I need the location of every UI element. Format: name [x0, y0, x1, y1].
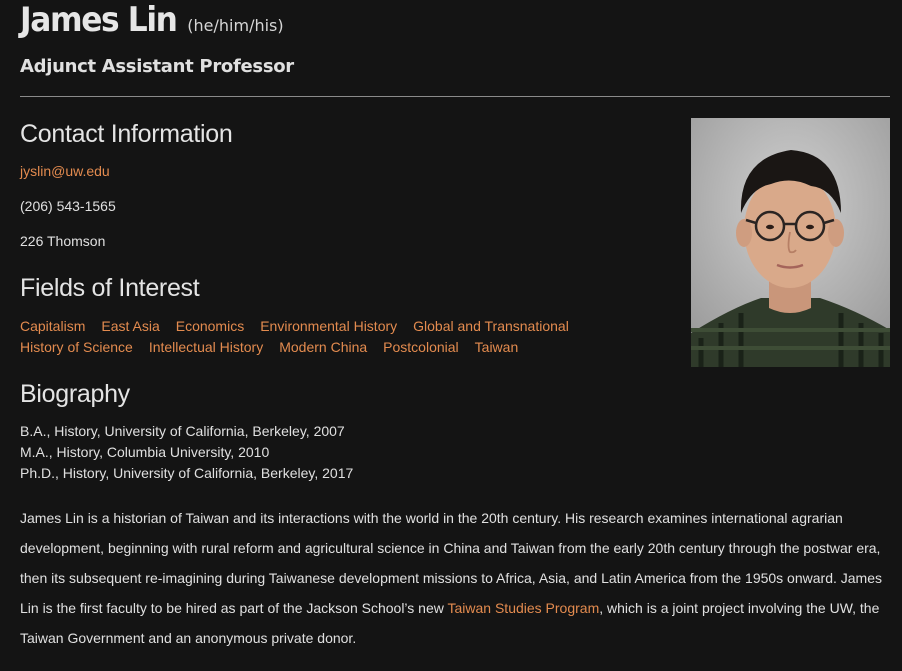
field-tag-history-of-science[interactable]: History of Science: [20, 337, 133, 358]
pronouns: (he/him/his): [187, 16, 284, 35]
name-row: James Lin (he/him/his): [20, 0, 284, 40]
email-link[interactable]: jyslin@uw.edu: [20, 163, 110, 179]
education-item: Ph.D., History, University of California…: [20, 465, 354, 481]
person-name: James Lin: [20, 0, 178, 40]
email-link-text[interactable]: jyslin@uw.edu: [20, 163, 110, 179]
portrait-icon: [691, 118, 890, 367]
field-tag-environmental-history[interactable]: Environmental History: [260, 316, 397, 337]
biography-heading: Biography: [20, 380, 130, 408]
portrait-photo: [691, 118, 890, 367]
job-title: Adjunct Assistant Professor: [20, 56, 294, 77]
phone-number: (206) 543-1565: [20, 198, 116, 214]
field-tag-east-asia[interactable]: East Asia: [101, 316, 159, 337]
contact-heading: Contact Information: [20, 120, 233, 148]
field-tag-capitalism[interactable]: Capitalism: [20, 316, 85, 337]
fields-tag-list: Capitalism East Asia Economics Environmenta…: [20, 316, 680, 358]
taiwan-studies-program-link[interactable]: Taiwan Studies Program: [448, 600, 600, 616]
field-tag-global-transnational[interactable]: Global and Transnational: [413, 316, 569, 337]
field-tag-postcolonial[interactable]: Postcolonial: [383, 337, 459, 358]
profile-page: James Lin (he/him/his) Adjunct Assistant…: [0, 0, 902, 671]
education-item: M.A., History, Columbia University, 2010: [20, 444, 270, 460]
field-tag-economics[interactable]: Economics: [176, 316, 244, 337]
field-tag-taiwan[interactable]: Taiwan: [475, 337, 519, 358]
education-item: B.A., History, University of California,…: [20, 423, 345, 439]
field-tag-modern-china[interactable]: Modern China: [279, 337, 367, 358]
fields-heading: Fields of Interest: [20, 274, 200, 302]
education-list: B.A., History, University of California,…: [20, 421, 353, 484]
office-location: 226 Thomson: [20, 233, 106, 249]
biography-text: James Lin is a historian of Taiwan and i…: [20, 503, 890, 653]
field-tag-intellectual-history[interactable]: Intellectual History: [149, 337, 263, 358]
header-divider: [20, 96, 890, 97]
